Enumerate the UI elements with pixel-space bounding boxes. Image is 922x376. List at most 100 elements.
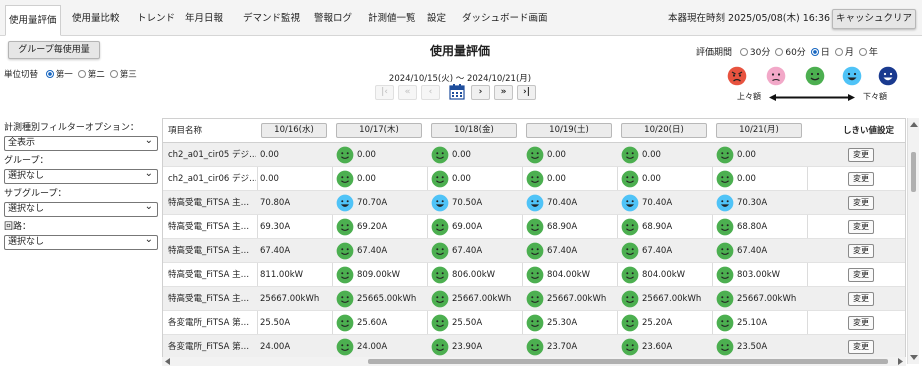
cell-value: 803.00kW <box>737 270 781 280</box>
period-radio[interactable] <box>858 48 867 56</box>
nav-tab[interactable]: トレンド <box>134 6 178 32</box>
nav-tab[interactable]: 設定 <box>424 6 449 32</box>
threshold-change-button[interactable]: 変更 <box>848 220 874 234</box>
status-face-neutral-icon <box>621 266 639 284</box>
date-column-header[interactable]: 10/17(木) <box>336 123 422 138</box>
period-radio[interactable] <box>775 48 784 56</box>
item-name-header: 項目名称 <box>168 126 203 136</box>
evaluation-period: 評価期間 30分 60分 日 月 年 <box>696 45 878 58</box>
threshold-change-button[interactable]: 変更 <box>848 172 874 186</box>
group-filter-select[interactable]: 選択なし <box>4 167 158 184</box>
period-radio[interactable] <box>834 48 843 56</box>
period-radio[interactable] <box>739 48 748 56</box>
row-value-cell: 809.00kW <box>336 263 400 287</box>
cell-value: 0.00 <box>737 150 756 160</box>
row-value-cell: 0.00 <box>621 167 661 191</box>
cell-value: 25667.00kWh <box>642 294 702 304</box>
cell-value: 25.20A <box>642 318 673 328</box>
status-face-neutral-icon <box>716 338 734 356</box>
status-face-neutral-icon <box>526 170 544 188</box>
table-header: 項目名称 しきい値設定 10/16(水) 10/17(木) 10/18(金) 10/1… <box>163 119 905 143</box>
unit-radio[interactable] <box>45 70 54 78</box>
cache-clear-button[interactable]: キャッシュクリア <box>832 9 916 29</box>
unit-radio[interactable] <box>109 70 118 78</box>
row-value-first-day: 0.00 <box>260 174 279 184</box>
row-value-cell: 0.00 <box>526 167 566 191</box>
threshold-change-button[interactable]: 変更 <box>848 196 874 210</box>
nav-tab[interactable]: 計測値一覧 <box>365 6 419 32</box>
status-face-neutral-icon <box>621 242 639 260</box>
next-week-button[interactable]: » <box>494 85 513 100</box>
status-face-neutral-icon <box>336 146 354 164</box>
status-face-neutral-icon <box>336 218 354 236</box>
row-item-name: ch2_a01_cir05 デジ… <box>168 150 256 160</box>
row-value-cell: 25667.00kWh <box>621 287 701 311</box>
horizontal-scrollbar[interactable] <box>162 357 906 366</box>
threshold-change-button[interactable]: 変更 <box>848 268 874 282</box>
row-value-cell: 67.40A <box>716 239 767 263</box>
date-column-header[interactable]: 10/16(水) <box>261 123 327 138</box>
cell-value: 70.40A <box>547 198 578 208</box>
row-value-cell: 70.50A <box>431 191 482 215</box>
nav-tab[interactable]: デマンド監視 <box>240 6 303 32</box>
period-label: 評価期間 <box>696 48 733 58</box>
date-column-header[interactable]: 10/18(金) <box>431 123 517 138</box>
period-radio[interactable] <box>810 48 819 56</box>
next-day-button[interactable]: › <box>471 85 490 100</box>
cell-value: 0.00 <box>547 150 566 160</box>
subgroup-filter-label: サブグループ： <box>4 189 67 199</box>
threshold-change-button[interactable]: 変更 <box>848 316 874 330</box>
row-value-cell: 68.80A <box>716 215 767 239</box>
first-page-button[interactable]: |‹ <box>375 85 394 100</box>
status-face-neutral-icon <box>621 290 639 308</box>
date-column-header[interactable]: 10/19(土) <box>526 123 612 138</box>
row-value-cell: 68.90A <box>526 215 577 239</box>
cell-value: 70.30A <box>737 198 768 208</box>
measure-filter-select[interactable]: 全表示 <box>4 134 158 151</box>
vertical-scrollbar[interactable] <box>907 118 919 364</box>
status-face-neutral-icon <box>716 170 734 188</box>
unit-radio[interactable] <box>77 70 86 78</box>
threshold-change-button[interactable]: 変更 <box>848 340 874 354</box>
prev-week-button[interactable]: « <box>398 85 417 100</box>
row-value-cell: 806.00kW <box>431 263 495 287</box>
row-value-first-day: 69.30A <box>260 222 291 232</box>
cell-value: 68.90A <box>547 222 578 232</box>
threshold-change-button[interactable]: 変更 <box>848 148 874 162</box>
double-arrow-icon <box>769 94 855 101</box>
status-face-neutral-icon <box>431 266 449 284</box>
threshold-change-button[interactable]: 変更 <box>848 244 874 258</box>
row-value-first-day: 67.40A <box>260 246 291 256</box>
status-face-neutral-icon <box>526 314 544 332</box>
row-item-name: 特高受電_FiTSA 主… <box>168 246 250 256</box>
circuit-filter-select[interactable]: 選択なし <box>4 233 158 250</box>
group-usage-button[interactable]: グループ毎使用量 <box>8 41 100 59</box>
row-item-name: 各変電所_FiTSA 第… <box>168 318 250 328</box>
nav-tab[interactable]: 警報ログ <box>311 6 355 32</box>
calendar-icon[interactable] <box>449 84 465 100</box>
nav-tab[interactable]: 年月日報 <box>182 6 226 32</box>
prev-day-button[interactable]: ‹ <box>421 85 440 100</box>
current-time: 本器現在時刻 2025/05/08(木) 16:36 <box>668 13 831 24</box>
nav-tab[interactable]: ダッシュボード画面 <box>459 6 551 32</box>
row-value-cell: 25667.00kWh <box>716 287 796 311</box>
nav-tab[interactable]: 使用量評価 <box>5 5 61 36</box>
date-column-header[interactable]: 10/20(日) <box>621 123 707 138</box>
date-column-header[interactable]: 10/21(月) <box>716 123 802 138</box>
status-face-neutral-icon <box>336 338 354 356</box>
row-value-cell: 0.00 <box>431 143 471 167</box>
cell-value: 25.30A <box>547 318 578 328</box>
unit-option-label: 第一 <box>55 70 73 80</box>
threshold-change-button[interactable]: 変更 <box>848 292 874 306</box>
status-face-happy-icon <box>716 194 734 212</box>
subgroup-filter-select[interactable]: 選択なし <box>4 200 158 217</box>
unit-label: 単位切替 <box>4 70 39 80</box>
cell-value: 70.70A <box>357 198 388 208</box>
last-page-button[interactable]: ›| <box>517 85 536 100</box>
nav-tab[interactable]: 使用量比較 <box>69 6 123 32</box>
period-option-label: 月 <box>844 48 854 58</box>
status-face-happy-icon <box>526 194 544 212</box>
table-row: 各変電所_FiTSA 第… 25.50A 25.60A 25.50A 25.30A 25.… <box>163 311 905 335</box>
row-value-cell: 25.60A <box>336 311 387 335</box>
legend-right-label: 下々額 <box>863 92 887 101</box>
